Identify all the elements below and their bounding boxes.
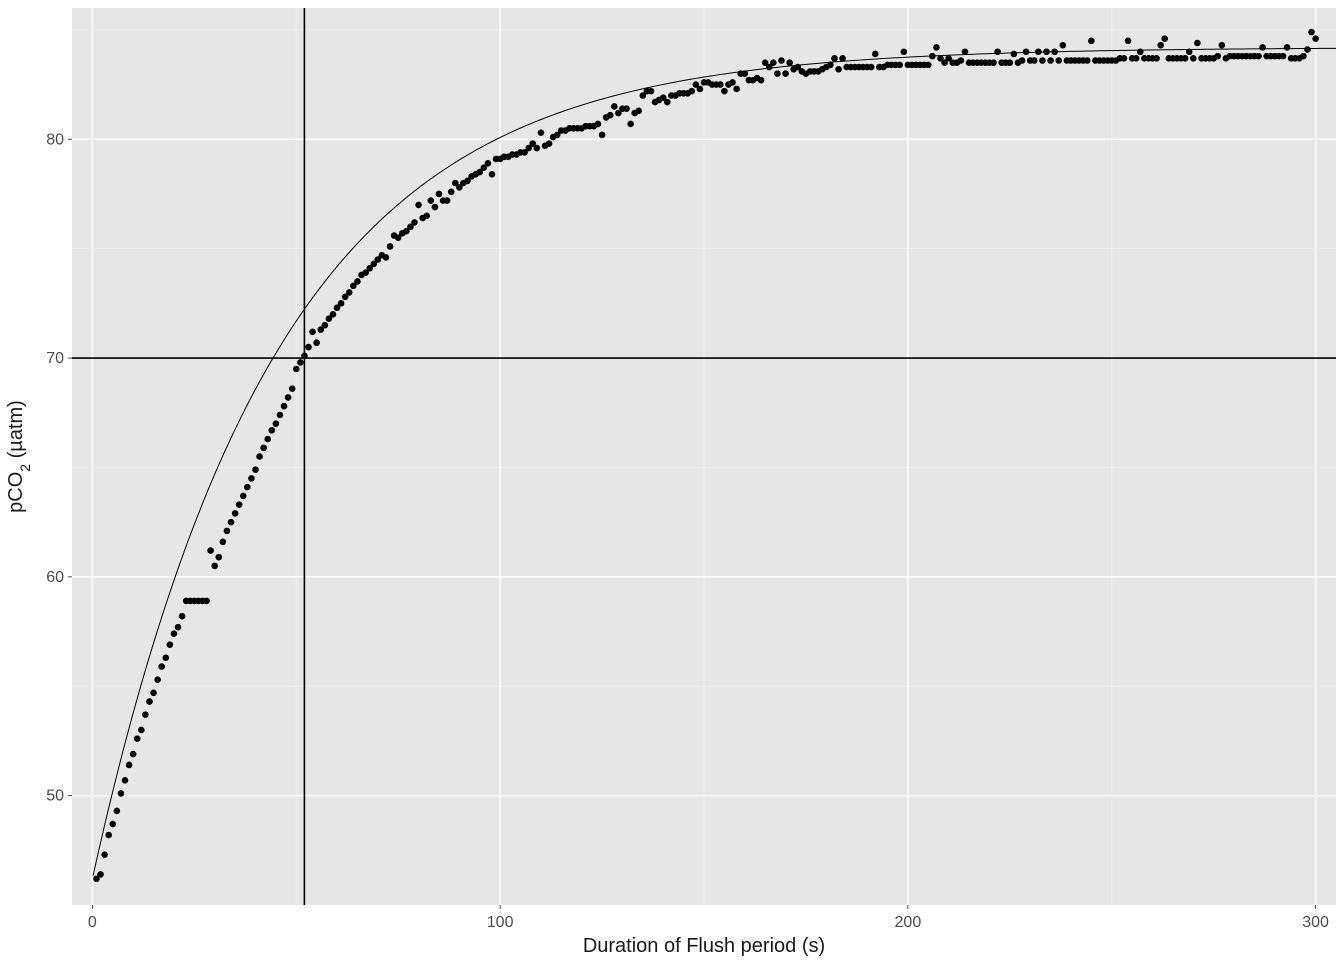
y-tick-label: 50 <box>46 788 64 805</box>
y-tick-label: 70 <box>46 350 64 367</box>
y-tick-label: 60 <box>46 569 64 586</box>
x-axis-label: Duration of Flush period (s) <box>583 935 825 957</box>
chart-container: 0 100 200 300 50 60 70 80 Duration of Flush pe… <box>0 0 1344 960</box>
scatter-plot: 0 100 200 300 50 60 70 80 Duration of Flush pe… <box>0 0 1344 960</box>
y-axis-label: pCO2 (µatm) <box>5 400 33 513</box>
x-tick-label: 300 <box>1302 914 1329 931</box>
x-tick-label: 0 <box>88 914 97 931</box>
x-tick-label: 100 <box>487 914 514 931</box>
x-axis-ticks: 0 100 200 300 <box>88 905 1329 931</box>
x-tick-label: 200 <box>895 914 922 931</box>
y-axis-ticks: 50 60 70 80 <box>46 131 72 804</box>
y-tick-label: 80 <box>46 131 64 148</box>
